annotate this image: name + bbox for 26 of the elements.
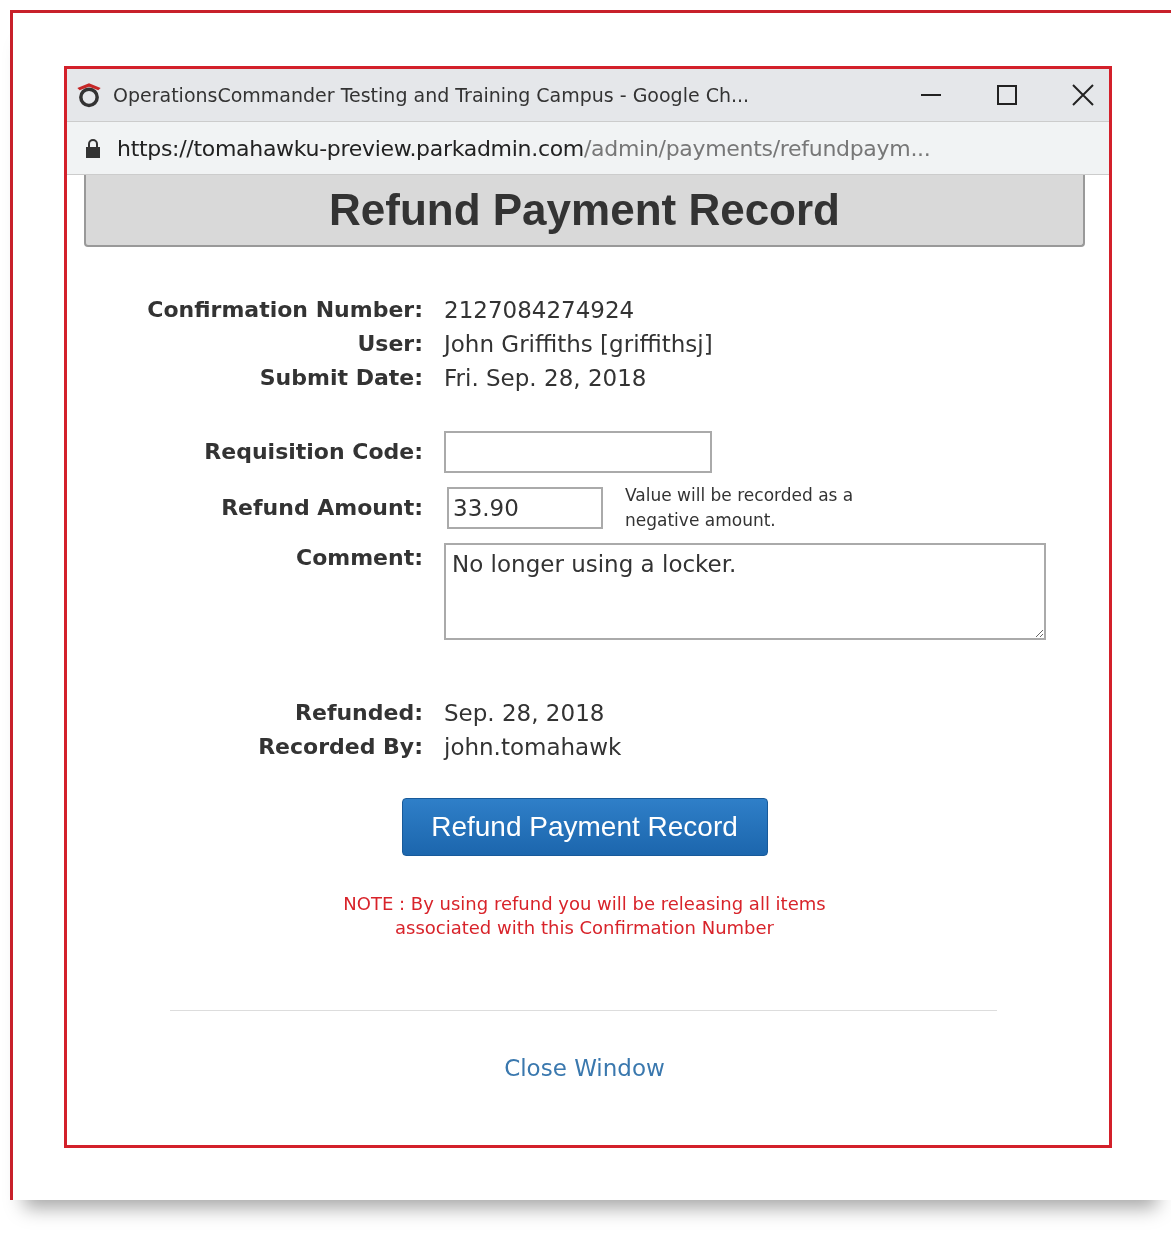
maximize-icon[interactable]: [995, 83, 1019, 107]
app-logo-icon: [75, 81, 103, 109]
field-value: Sep. 28, 2018: [444, 699, 606, 728]
page-heading: Refund Payment Record: [84, 175, 1085, 247]
lock-icon: [85, 138, 101, 158]
field-label: Confirmation Number:: [146, 296, 423, 324]
field-label: Refund Amount:: [220, 494, 423, 522]
close-window-link[interactable]: Close Window: [504, 1055, 665, 1081]
window-title: OperationsCommander Testing and Training Campus - Google Ch...: [113, 84, 751, 106]
field-label: Comment:: [295, 544, 423, 572]
field-label: User:: [356, 330, 423, 358]
field-value: Fri. Sep. 28, 2018: [444, 364, 648, 393]
requisition-code-field[interactable]: [444, 431, 712, 473]
note-text: NOTE : By using refund you will be releasing all items associated with this Confirmation Number: [342, 892, 827, 940]
field-label: Submit Date:: [258, 364, 423, 392]
field-label: Recorded By:: [257, 733, 423, 761]
field-label: Refunded:: [294, 699, 423, 727]
field-value: John Griffiths [griffithsj]: [444, 330, 714, 359]
field-hint: Value will be recorded as a negative amount.: [625, 484, 855, 532]
field-value: 2127084274924: [444, 296, 636, 325]
field-label: Requisition Code:: [203, 438, 423, 466]
refund-button[interactable]: Refund Payment Record: [401, 798, 768, 856]
close-icon[interactable]: [1071, 83, 1095, 107]
refund-amount-field[interactable]: 33.90: [447, 487, 603, 529]
field-value: john.tomahawk: [444, 733, 623, 762]
comment-field[interactable]: No longer using a locker.: [444, 543, 1046, 640]
